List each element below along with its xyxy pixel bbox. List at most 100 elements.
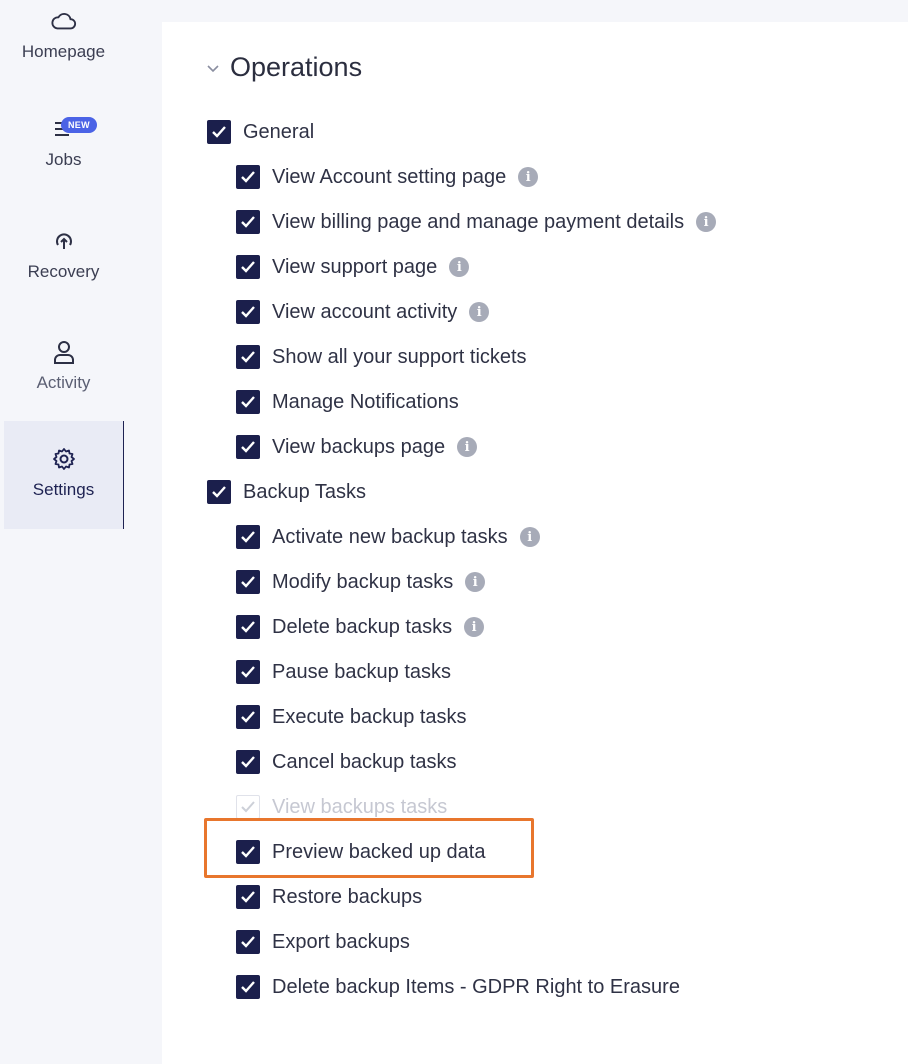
sidebar: Homepage Jobs NEW Recovery Activity Sett… xyxy=(0,0,126,1064)
info-icon[interactable]: i xyxy=(519,527,540,547)
sidebar-item-label: Recovery xyxy=(27,262,100,281)
permission-row: Manage Notifications xyxy=(236,388,459,416)
check-icon xyxy=(241,981,255,993)
permission-label: Execute backup tasks xyxy=(272,705,467,728)
check-icon xyxy=(241,801,255,813)
content-gutter xyxy=(124,0,162,1064)
permission-group-backup-tasks: Backup Tasks xyxy=(207,478,366,506)
highlight-box xyxy=(204,818,534,878)
permission-label: Manage Notifications xyxy=(272,390,459,413)
chevron-down-icon xyxy=(206,61,220,75)
check-icon xyxy=(241,576,255,588)
info-icon[interactable]: i xyxy=(469,302,490,322)
checkbox[interactable] xyxy=(236,525,260,549)
check-icon xyxy=(241,261,255,273)
sidebar-item-recovery[interactable]: Recovery xyxy=(4,222,123,330)
permission-row: Delete backup Items - GDPR Right to Eras… xyxy=(236,973,680,1001)
sidebar-item-homepage[interactable]: Homepage xyxy=(4,0,123,108)
sidebar-item-label: Activity xyxy=(36,373,91,392)
info-icon[interactable]: i xyxy=(465,572,486,592)
sidebar-item-label: Jobs xyxy=(45,150,82,169)
check-icon xyxy=(212,486,226,498)
checkbox[interactable] xyxy=(236,930,260,954)
checkbox[interactable] xyxy=(236,345,260,369)
check-icon xyxy=(241,936,255,948)
app-root: Homepage Jobs NEW Recovery Activity Sett… xyxy=(0,0,908,1064)
sidebar-item-label: Homepage xyxy=(21,42,106,61)
permission-row: Activate new backup tasks i xyxy=(236,523,540,551)
checkbox[interactable] xyxy=(236,435,260,459)
checkbox xyxy=(236,795,260,819)
check-icon xyxy=(241,711,255,723)
permission-row: View backups tasks xyxy=(236,793,447,821)
checkbox[interactable] xyxy=(236,885,260,909)
permission-row: View billing page and manage payment det… xyxy=(236,208,717,236)
user-icon xyxy=(51,339,77,365)
check-icon xyxy=(241,306,255,318)
check-icon xyxy=(241,171,255,183)
check-icon xyxy=(241,621,255,633)
operations-section-toggle[interactable]: Operations xyxy=(206,52,362,83)
permission-label: View support page xyxy=(272,255,438,278)
info-icon[interactable]: i xyxy=(696,212,717,232)
permission-label: View Account setting page xyxy=(272,165,507,188)
permission-row: Show all your support tickets xyxy=(236,343,527,371)
checkbox[interactable] xyxy=(236,975,260,999)
checkbox[interactable] xyxy=(236,255,260,279)
checkbox[interactable] xyxy=(207,120,231,144)
permission-label: Show all your support tickets xyxy=(272,345,527,368)
check-icon xyxy=(241,441,255,453)
permission-label: Backup Tasks xyxy=(243,480,367,503)
permission-label: Pause backup tasks xyxy=(272,660,451,683)
permission-row: Modify backup tasks i xyxy=(236,568,486,596)
permission-row: Pause backup tasks xyxy=(236,658,451,686)
permission-label: Modify backup tasks xyxy=(272,570,454,593)
permission-row: View Account setting page i xyxy=(236,163,539,191)
check-icon xyxy=(212,126,226,138)
check-icon xyxy=(241,351,255,363)
checkbox[interactable] xyxy=(236,210,260,234)
info-icon[interactable]: i xyxy=(449,257,470,277)
permission-row: View support page i xyxy=(236,253,470,281)
section-title: Operations xyxy=(230,52,363,82)
recovery-icon xyxy=(51,228,77,254)
checkbox[interactable] xyxy=(236,570,260,594)
sidebar-item-settings[interactable]: Settings xyxy=(4,421,126,529)
permission-label: View backups page xyxy=(272,435,446,458)
permission-row: Delete backup tasks i xyxy=(236,613,485,641)
permission-row: Restore backups xyxy=(236,883,422,911)
permission-group-general: General xyxy=(207,118,314,146)
checkbox[interactable] xyxy=(236,165,260,189)
check-icon xyxy=(241,396,255,408)
checkbox[interactable] xyxy=(236,615,260,639)
permission-label: General xyxy=(243,120,315,143)
check-icon xyxy=(241,216,255,228)
info-icon[interactable]: i xyxy=(518,167,539,187)
permission-label: View billing page and manage payment det… xyxy=(272,210,685,233)
permission-label: Export backups xyxy=(272,930,410,953)
permission-label: Restore backups xyxy=(272,885,423,908)
checkbox[interactable] xyxy=(236,300,260,324)
checkbox[interactable] xyxy=(236,750,260,774)
info-icon[interactable]: i xyxy=(464,617,485,637)
permission-label: Activate new backup tasks xyxy=(272,525,508,548)
checkbox[interactable] xyxy=(207,480,231,504)
permission-row: View backups page i xyxy=(236,433,478,461)
checkbox[interactable] xyxy=(236,660,260,684)
checkbox[interactable] xyxy=(236,705,260,729)
cloud-icon xyxy=(50,8,77,34)
permission-row: Execute backup tasks xyxy=(236,703,467,731)
check-icon xyxy=(241,666,255,678)
permission-row: View account activity i xyxy=(236,298,490,326)
gear-icon xyxy=(51,446,77,472)
check-icon xyxy=(241,531,255,543)
checkbox[interactable] xyxy=(236,390,260,414)
permission-label: View account activity xyxy=(272,300,458,323)
permission-label: Cancel backup tasks xyxy=(272,750,457,773)
new-badge: NEW xyxy=(61,117,97,133)
permission-label: Delete backup Items - GDPR Right to Eras… xyxy=(272,975,680,998)
check-icon xyxy=(241,756,255,768)
top-bar xyxy=(124,0,908,22)
info-icon[interactable]: i xyxy=(457,437,478,457)
sidebar-item-label: Settings xyxy=(32,480,95,499)
